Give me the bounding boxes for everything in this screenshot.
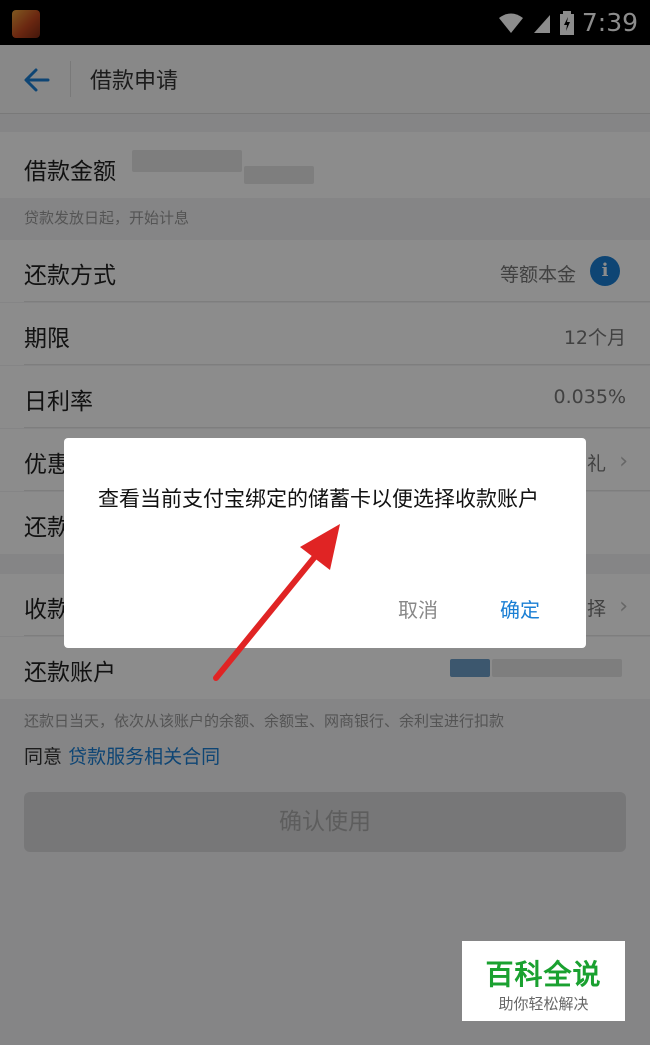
cancel-button[interactable]: 取消	[398, 594, 438, 623]
select-card-dialog: 查看当前支付宝绑定的储蓄卡以便选择收款账户 取消 确定	[64, 438, 586, 648]
dialog-message: 查看当前支付宝绑定的储蓄卡以便选择收款账户	[98, 487, 539, 511]
watermark-title: 百科全说	[485, 958, 602, 991]
watermark-logo: 百科全说 助你轻松解决	[462, 941, 625, 1021]
watermark-subtitle: 助你轻松解决	[498, 995, 589, 1013]
ok-button[interactable]: 确定	[500, 594, 540, 623]
